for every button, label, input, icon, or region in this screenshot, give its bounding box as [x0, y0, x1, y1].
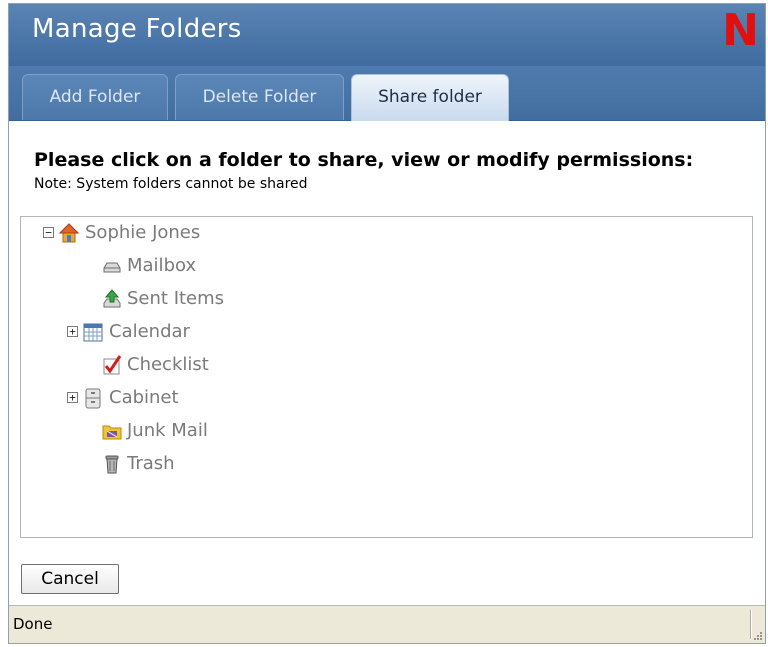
trash-icon — [105, 455, 119, 474]
status-divider — [750, 610, 751, 639]
tree-label[interactable]: Sent Items — [127, 286, 224, 312]
mailbox-icon — [103, 262, 121, 273]
instruction-note: Note: System folders cannot be shared — [34, 176, 308, 192]
junk-folder-icon — [102, 425, 122, 440]
tree-label[interactable]: Sophie Jones — [85, 220, 200, 246]
sent-items-icon — [103, 289, 121, 308]
instruction-heading: Please click on a folder to share, view … — [34, 149, 694, 171]
tab-strip: Add Folder Delete Folder Share folder — [9, 66, 765, 121]
checkmark-icon — [103, 355, 122, 375]
status-bar: Done — [9, 605, 765, 643]
content-panel: Please click on a folder to share, view … — [9, 121, 765, 606]
tab-delete-folder[interactable]: Delete Folder — [175, 74, 344, 120]
dialog-window: Manage Folders N Add Folder Delete Folde… — [8, 3, 766, 644]
resize-grip-icon[interactable] — [753, 631, 763, 641]
expand-icon[interactable]: + — [67, 326, 78, 337]
cancel-button[interactable]: Cancel — [21, 564, 119, 594]
tab-add-folder[interactable]: Add Folder — [22, 74, 168, 120]
window-title: Manage Folders — [32, 14, 242, 44]
home-icon — [58, 223, 80, 243]
expand-icon[interactable]: + — [67, 392, 78, 403]
tab-share-folder[interactable]: Share folder — [351, 74, 509, 121]
title-bar: Manage Folders N — [9, 4, 765, 66]
tree-label[interactable]: Mailbox — [127, 253, 196, 279]
status-text: Done — [13, 615, 53, 633]
novell-logo: N — [722, 5, 759, 56]
tree-label[interactable]: Calendar — [109, 319, 190, 345]
tree-label[interactable]: Junk Mail — [127, 418, 208, 444]
cabinet-icon — [85, 388, 101, 409]
tree-label[interactable]: Trash — [127, 451, 175, 477]
tree-label[interactable]: Checklist — [127, 352, 209, 378]
folder-tree: − Sophie Jones Mailbox Sent Items + Cale… — [20, 216, 753, 538]
calendar-icon — [83, 323, 103, 342]
collapse-icon[interactable]: − — [43, 227, 54, 238]
tree-label[interactable]: Cabinet — [109, 385, 179, 411]
